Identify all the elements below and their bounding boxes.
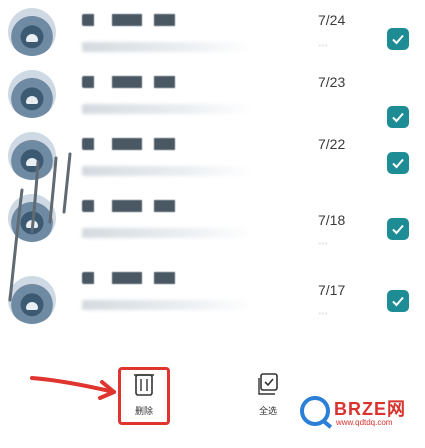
message-preview-redacted [82, 42, 252, 52]
contact-name-redacted [82, 76, 232, 88]
delete-button[interactable]: 删除 [128, 372, 160, 420]
message-date: 7/24 [318, 12, 346, 28]
contact-name-redacted [82, 272, 232, 284]
conversation-row[interactable]: 7/23 [0, 66, 425, 128]
checkmark-icon [392, 296, 404, 307]
message-preview-redacted [82, 104, 252, 114]
selection-strokes-icon [8, 152, 72, 302]
checkmark-icon [392, 158, 404, 169]
message-date: 7/17 [318, 282, 346, 298]
delete-label: 删除 [134, 406, 153, 416]
trash-icon [134, 374, 154, 396]
message-date: 7/18 [318, 212, 346, 228]
message-date: 7/22 [318, 136, 346, 152]
checkmark-icon [392, 224, 404, 235]
conversation-row[interactable]: 7/24 … [0, 4, 425, 64]
select-checkbox[interactable] [387, 290, 409, 312]
message-date: 7/23 [318, 74, 346, 90]
select-checkbox[interactable] [387, 106, 409, 128]
watermark-url: www.qdtdq.com [336, 418, 393, 427]
contact-name-redacted [82, 200, 232, 212]
select-checkbox[interactable] [387, 152, 409, 174]
message-snippet: … [318, 306, 328, 317]
checkmark-icon [392, 112, 404, 123]
message-snippet: … [318, 38, 328, 49]
message-preview-redacted [82, 300, 252, 310]
message-preview-redacted [82, 166, 252, 176]
contact-name-redacted [82, 14, 232, 26]
select-all-icon [258, 373, 278, 395]
select-all-button[interactable]: 全选 [248, 372, 288, 420]
message-preview-redacted [82, 228, 252, 238]
select-checkbox[interactable] [387, 28, 409, 50]
message-snippet: … [318, 236, 328, 247]
select-all-label: 全选 [258, 406, 277, 416]
checkmark-icon [392, 34, 404, 45]
avatar [8, 70, 56, 118]
contact-name-redacted [82, 138, 232, 150]
pointer-arrow-icon [30, 376, 116, 400]
watermark-logo-icon [300, 396, 330, 426]
avatar [8, 8, 56, 56]
select-checkbox[interactable] [387, 218, 409, 240]
